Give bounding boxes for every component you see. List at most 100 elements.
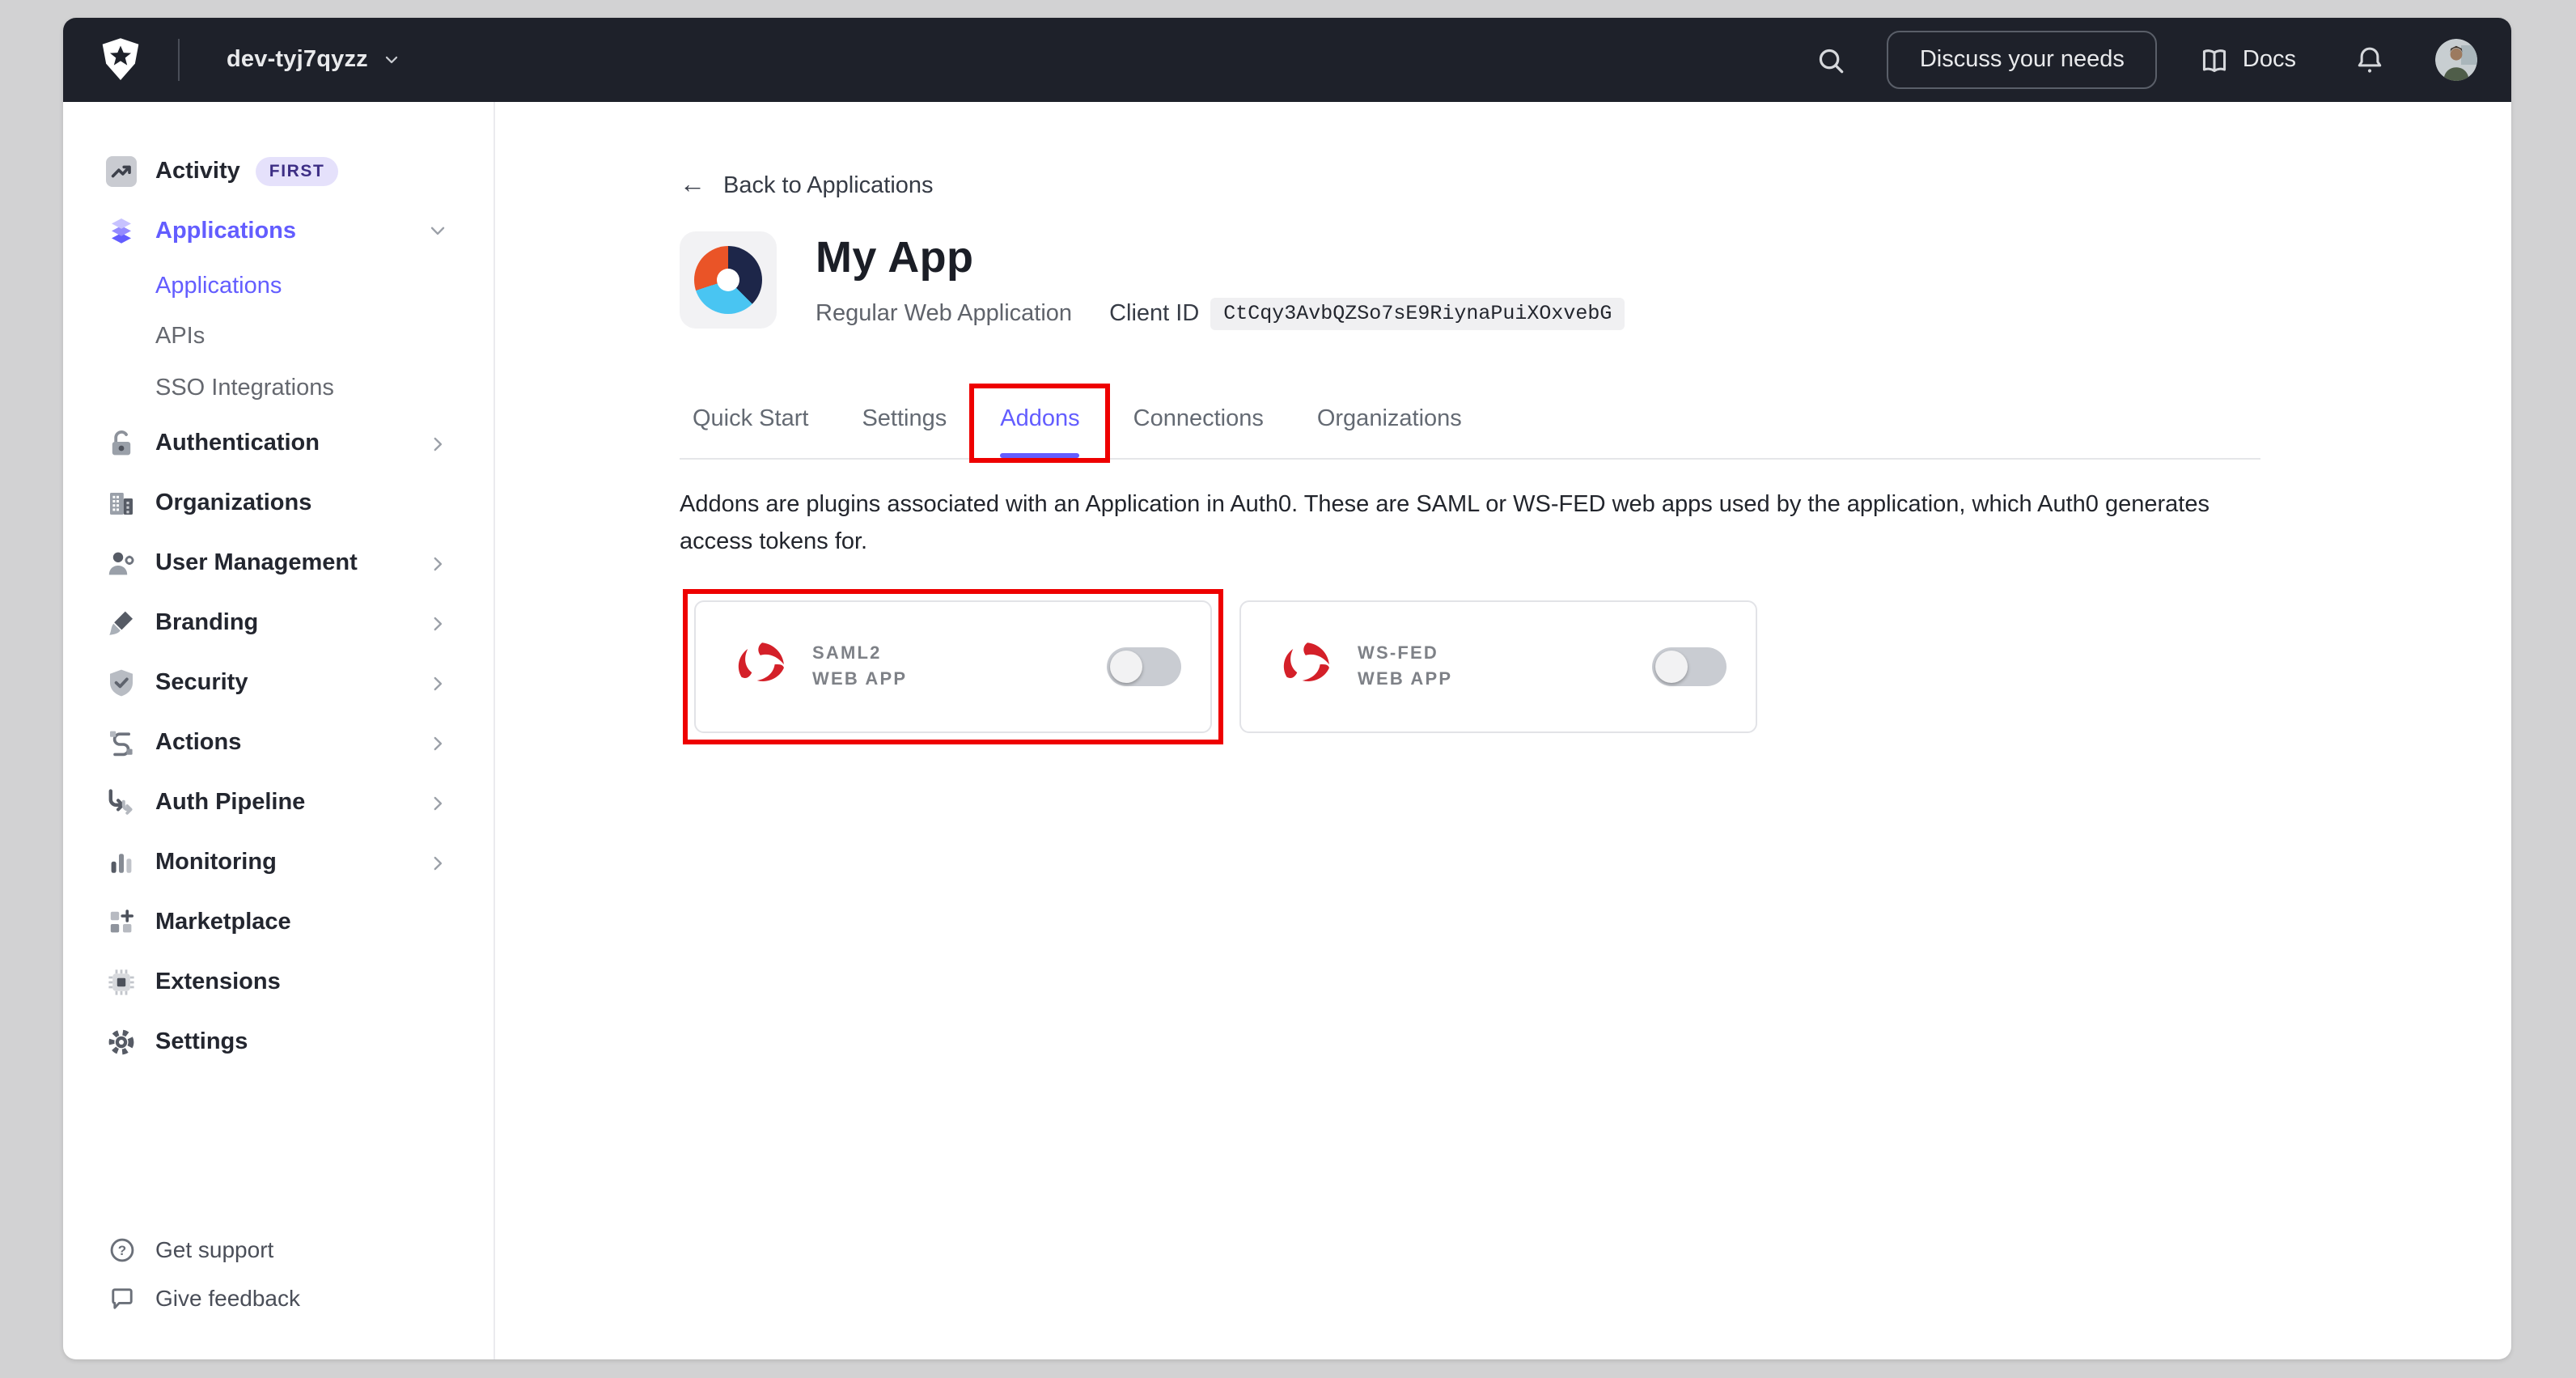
sidebar-item-label: Settings [155, 1029, 248, 1055]
docs-button[interactable]: Docs [2199, 45, 2296, 75]
sidebar-item-label: Extensions [155, 969, 281, 995]
back-link[interactable]: ← Back to Applications [680, 173, 934, 199]
sidebar-item-monitoring[interactable]: Monitoring [63, 833, 494, 893]
client-id-chip: CtCqy3AvbQZSo7sE9RiynaPuiXOxvebG [1210, 298, 1625, 330]
sidebar-item-settings[interactable]: Settings [63, 1012, 494, 1072]
discuss-your-needs-button[interactable]: Discuss your needs [1888, 31, 2157, 89]
sidebar-subitem-label: SSO Integrations [155, 375, 334, 401]
tab-connections[interactable]: Connections [1133, 406, 1264, 458]
addon-title-line1: WS-FED [1358, 644, 1452, 664]
tab-settings[interactable]: Settings [862, 406, 947, 458]
sidebar-footer-label: Give feedback [155, 1285, 300, 1311]
sidebar-item-label: Organizations [155, 490, 311, 516]
sidebar-footer: ? Get support Give feedback [63, 1225, 494, 1322]
tab-wrap-settings: Settings [862, 406, 947, 458]
chevron-down-icon [427, 220, 448, 241]
auth-pipeline-icon [105, 787, 138, 819]
notifications-button[interactable] [2354, 44, 2385, 76]
docs-label: Docs [2243, 47, 2296, 73]
addon-card-title: SAML2WEB APP [812, 644, 907, 689]
topbar: dev-tyj7qyzz Discuss your needs Docs [63, 18, 2511, 102]
sidebar-footer-get-support[interactable]: ? Get support [63, 1225, 494, 1274]
sidebar-item-label: Auth Pipeline [155, 790, 305, 816]
body-row: Activity FIRST Applications Applications API… [63, 102, 2511, 1359]
tab-quick-start[interactable]: Quick Start [693, 406, 808, 458]
sidebar-item-activity[interactable]: Activity FIRST [63, 141, 494, 201]
chevron-down-icon [383, 50, 402, 70]
sidebar-subitem-label: Applications [155, 273, 282, 299]
chevron-right-icon [427, 732, 448, 753]
tab-wrap-addons: Addons [1000, 406, 1079, 458]
chevron-right-icon [427, 613, 448, 634]
first-badge: FIRST [256, 156, 338, 185]
chevron-right-icon [427, 852, 448, 873]
svg-text:?: ? [118, 1242, 126, 1257]
sidebar-item-marketplace[interactable]: Marketplace [63, 893, 494, 952]
auth0-logo-icon[interactable] [100, 37, 141, 83]
security-icon [105, 667, 138, 699]
arrow-left-icon: ← [680, 173, 705, 199]
sidebar-item-authentication[interactable]: Authentication [63, 413, 494, 473]
saml2-logo-icon [733, 639, 791, 694]
client-id-label: Client ID [1109, 301, 1199, 327]
actions-icon [105, 727, 138, 759]
chevron-right-icon [427, 792, 448, 813]
ws-fed-toggle[interactable] [1652, 647, 1727, 686]
app-window: dev-tyj7qyzz Discuss your needs Docs [63, 18, 2511, 1359]
sidebar-footer-give-feedback[interactable]: Give feedback [63, 1274, 494, 1322]
sidebar-item-label: User Management [155, 550, 358, 576]
toggle-knob [1655, 651, 1688, 683]
saml2-toggle[interactable] [1107, 647, 1181, 686]
app-logo [680, 231, 777, 329]
tab-organizations[interactable]: Organizations [1317, 406, 1462, 458]
chevron-right-icon [427, 433, 448, 454]
marketplace-icon [105, 906, 138, 939]
sidebar-footer-label: Get support [155, 1236, 273, 1262]
book-icon [2199, 45, 2230, 75]
addon-card-title: WS-FEDWEB APP [1358, 644, 1452, 689]
sidebar-item-extensions[interactable]: Extensions [63, 952, 494, 1012]
toggle-knob [1110, 651, 1142, 683]
search-button[interactable] [1816, 45, 1847, 75]
tenant-switcher[interactable]: dev-tyj7qyzz [227, 47, 402, 73]
sidebar-item-label: Actions [155, 730, 241, 756]
sidebar-subitem-applications[interactable]: Applications [63, 261, 494, 312]
addon-card-ws-fed[interactable]: WS-FEDWEB APP [1239, 600, 1757, 733]
sidebar-item-auth-pipeline[interactable]: Auth Pipeline [63, 773, 494, 833]
tab-addons[interactable]: Addons [1000, 406, 1079, 458]
app-logo-icon [694, 246, 762, 314]
sidebar-item-label: Activity [155, 158, 240, 184]
sidebar-item-security[interactable]: Security [63, 653, 494, 713]
addons-description: Addons are plugins associated with an Ap… [680, 487, 2273, 560]
chevron-right-icon [427, 553, 448, 574]
tab-bar: Quick Start Settings Addons Connections Orga… [680, 406, 2260, 460]
sidebar-item-user-management[interactable]: User Management [63, 533, 494, 593]
sidebar-item-actions[interactable]: Actions [63, 713, 494, 773]
chevron-right-icon [427, 672, 448, 693]
sidebar-item-applications[interactable]: Applications [63, 201, 494, 261]
addon-title-line2: WEB APP [812, 670, 907, 689]
sidebar-nav: Activity FIRST Applications Applications API… [63, 141, 494, 1072]
addon-card-saml2[interactable]: SAML2WEB APP [694, 600, 1212, 733]
authentication-icon [105, 427, 138, 460]
sidebar-subitem-apis[interactable]: APIs [63, 312, 494, 363]
sidebar-item-organizations[interactable]: Organizations [63, 473, 494, 533]
sidebar: Activity FIRST Applications Applications API… [63, 102, 495, 1359]
settings-icon [105, 1026, 138, 1058]
sidebar-subitem-label: APIs [155, 324, 205, 350]
bell-icon [2354, 44, 2385, 76]
sidebar-subitem-sso-integrations[interactable]: SSO Integrations [63, 363, 494, 413]
sidebar-item-label: Marketplace [155, 909, 291, 935]
help-icon: ? [108, 1236, 136, 1263]
sidebar-item-branding[interactable]: Branding [63, 593, 494, 653]
main-content: ← Back to Applications My App Regular We… [495, 102, 2511, 1359]
app-meta: Regular Web Application Client ID CtCqy3… [816, 298, 1625, 330]
app-type-label: Regular Web Application [816, 301, 1072, 327]
organizations-icon [105, 487, 138, 519]
back-link-label: Back to Applications [723, 173, 934, 199]
screenshot-frame: dev-tyj7qyzz Discuss your needs Docs [0, 0, 2576, 1378]
topbar-divider [178, 39, 180, 81]
app-header: My App Regular Web Application Client ID… [680, 231, 2511, 330]
sidebar-item-label: Monitoring [155, 850, 277, 876]
user-avatar[interactable] [2435, 39, 2477, 81]
